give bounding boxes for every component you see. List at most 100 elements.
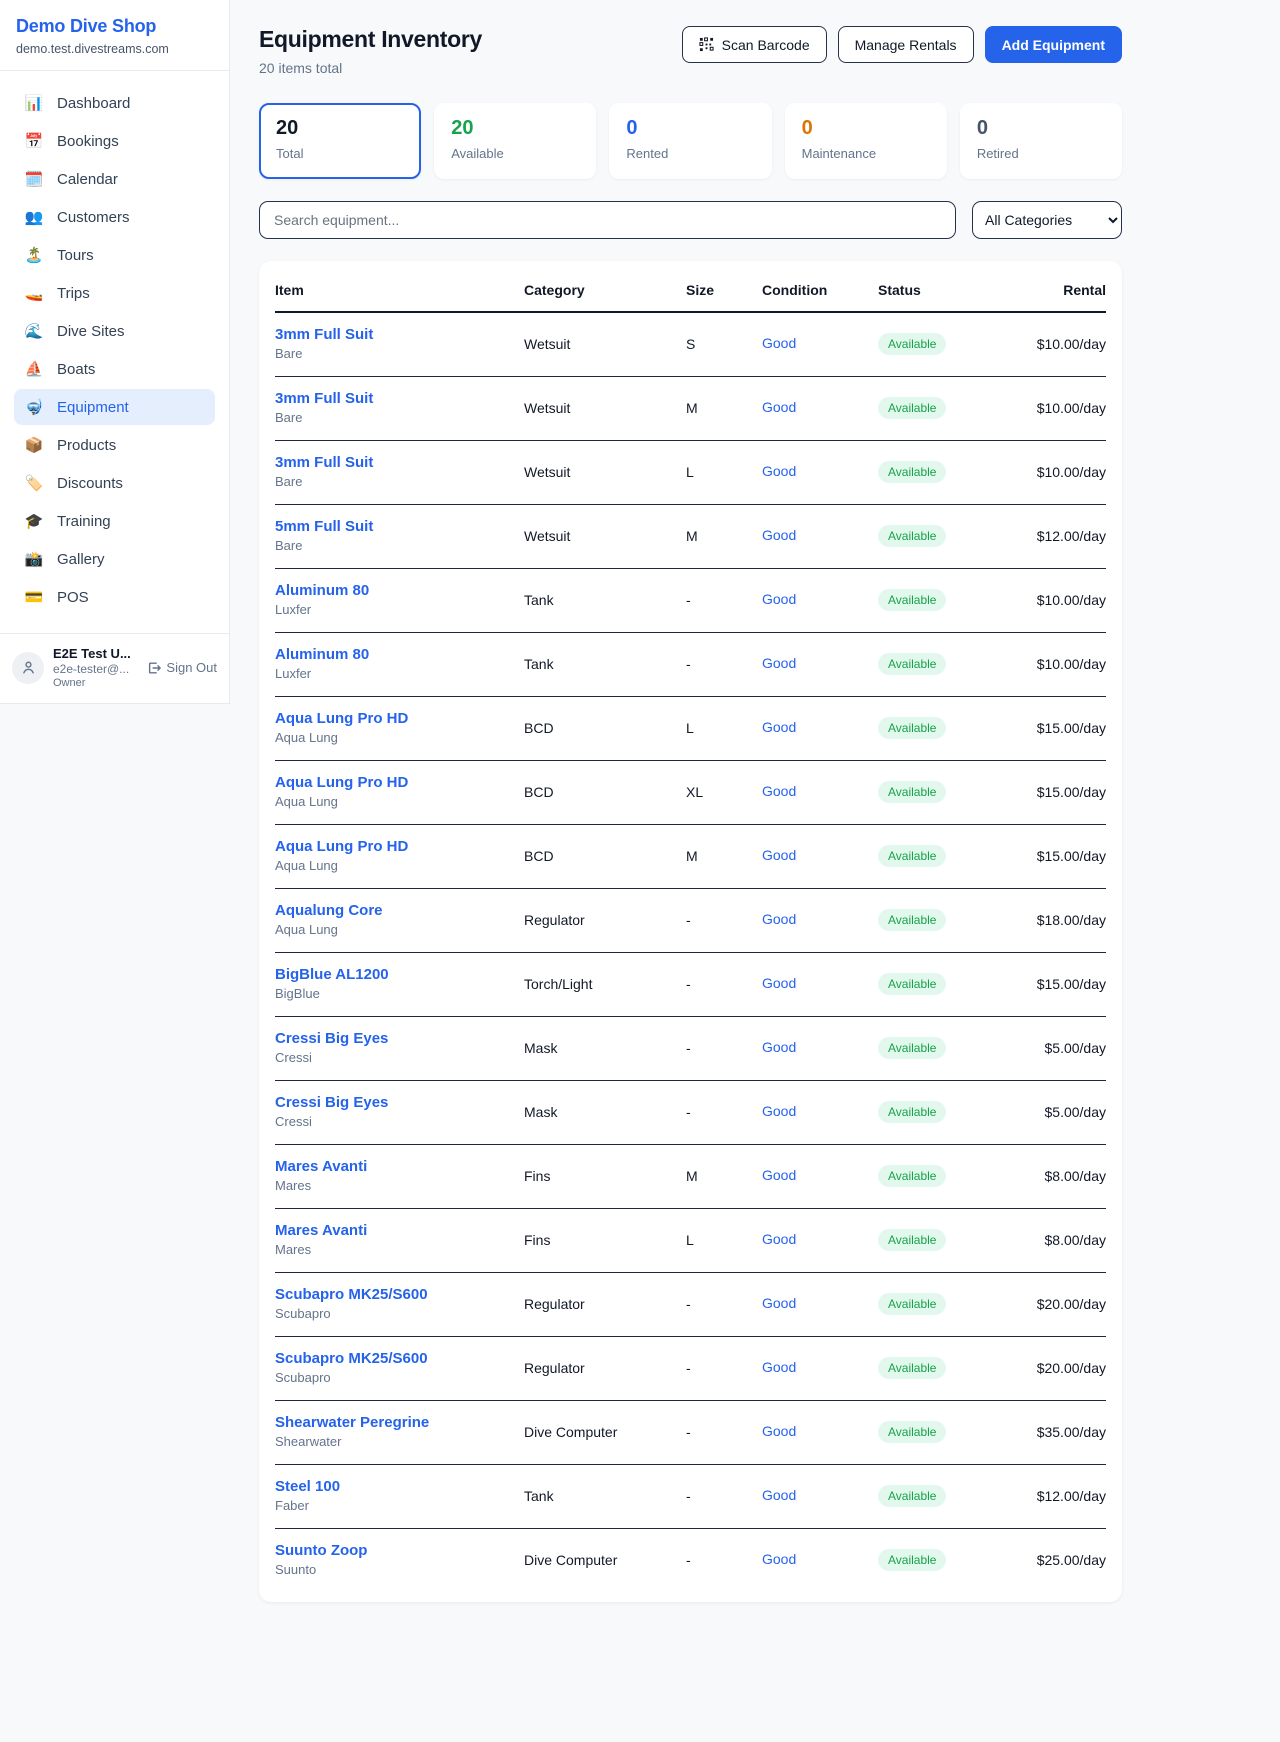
condition-link[interactable]: Good	[762, 1551, 796, 1567]
item-link[interactable]: Aluminum 80	[275, 582, 524, 599]
item-link[interactable]: Aluminum 80	[275, 646, 524, 663]
sidebar-item-equipment[interactable]: 🤿 Equipment	[14, 389, 215, 425]
condition-link[interactable]: Good	[762, 1487, 796, 1503]
condition-cell: Good	[762, 655, 878, 673]
status-badge: Available	[878, 1165, 946, 1187]
condition-link[interactable]: Good	[762, 335, 796, 351]
column-header-status: Status	[878, 282, 1003, 298]
sidebar-item-products[interactable]: 📦 Products	[14, 427, 215, 463]
sidebar-item-tours[interactable]: 🏝️ Tours	[14, 237, 215, 273]
status-badge: Available	[878, 717, 946, 739]
item-link[interactable]: Aqua Lung Pro HD	[275, 774, 524, 791]
table-body: 3mm Full Suit Bare Wetsuit S Good Availa…	[275, 313, 1106, 1592]
item-link[interactable]: 5mm Full Suit	[275, 518, 524, 535]
category-select[interactable]: All Categories	[972, 201, 1122, 239]
stat-value: 0	[802, 117, 930, 140]
item-link[interactable]: Aqua Lung Pro HD	[275, 838, 524, 855]
item-link[interactable]: 3mm Full Suit	[275, 390, 524, 407]
scan-barcode-label: Scan Barcode	[722, 37, 810, 53]
condition-link[interactable]: Good	[762, 1039, 796, 1055]
item-link[interactable]: 3mm Full Suit	[275, 454, 524, 471]
condition-link[interactable]: Good	[762, 527, 796, 543]
sidebar-item-gallery[interactable]: 📸 Gallery	[14, 541, 215, 577]
scan-barcode-button[interactable]: Scan Barcode	[682, 26, 827, 63]
stat-card-retired[interactable]: 0 Retired	[960, 103, 1122, 179]
item-link[interactable]: Aqua Lung Pro HD	[275, 710, 524, 727]
stat-card-rented[interactable]: 0 Rented	[609, 103, 771, 179]
sidebar-item-discounts[interactable]: 🏷️ Discounts	[14, 465, 215, 501]
item-link[interactable]: Scubapro MK25/S600	[275, 1350, 524, 1367]
column-header-condition: Condition	[762, 282, 878, 298]
condition-link[interactable]: Good	[762, 1359, 796, 1375]
condition-link[interactable]: Good	[762, 911, 796, 927]
header-actions: Scan Barcode Manage Rentals Add Equipmen…	[682, 26, 1122, 63]
condition-link[interactable]: Good	[762, 655, 796, 671]
user-avatar-icon	[12, 652, 44, 684]
status-cell: Available	[878, 845, 1003, 867]
condition-link[interactable]: Good	[762, 1167, 796, 1183]
category-cell: Wetsuit	[524, 336, 686, 352]
condition-cell: Good	[762, 1103, 878, 1121]
size-cell: -	[686, 976, 762, 992]
sidebar-item-dashboard[interactable]: 📊 Dashboard	[14, 85, 215, 121]
size-cell: -	[686, 592, 762, 608]
item-link[interactable]: Mares Avanti	[275, 1222, 524, 1239]
condition-link[interactable]: Good	[762, 719, 796, 735]
sidebar-item-training[interactable]: 🎓 Training	[14, 503, 215, 539]
sidebar-item-dive-sites[interactable]: 🌊 Dive Sites	[14, 313, 215, 349]
sign-out-button[interactable]: Sign Out	[147, 660, 217, 675]
sidebar-item-label: Boats	[57, 361, 95, 378]
status-cell: Available	[878, 1421, 1003, 1443]
rental-cell: $5.00/day	[1003, 1104, 1106, 1120]
condition-link[interactable]: Good	[762, 1295, 796, 1311]
item-link[interactable]: Scubapro MK25/S600	[275, 1286, 524, 1303]
sidebar-item-pos[interactable]: 💳 POS	[14, 579, 215, 615]
search-input[interactable]	[259, 201, 956, 239]
sidebar-item-boats[interactable]: ⛵ Boats	[14, 351, 215, 387]
sign-out-label: Sign Out	[166, 660, 217, 675]
item-link[interactable]: Aqualung Core	[275, 902, 524, 919]
size-cell: -	[686, 1104, 762, 1120]
condition-link[interactable]: Good	[762, 1103, 796, 1119]
condition-link[interactable]: Good	[762, 591, 796, 607]
item-link[interactable]: 3mm Full Suit	[275, 326, 524, 343]
condition-link[interactable]: Good	[762, 1231, 796, 1247]
stat-card-maintenance[interactable]: 0 Maintenance	[785, 103, 947, 179]
condition-link[interactable]: Good	[762, 975, 796, 991]
sidebar-item-bookings[interactable]: 📅 Bookings	[14, 123, 215, 159]
condition-link[interactable]: Good	[762, 1423, 796, 1439]
item-link[interactable]: Cressi Big Eyes	[275, 1094, 524, 1111]
item-link[interactable]: Suunto Zoop	[275, 1542, 524, 1559]
item-link[interactable]: Steel 100	[275, 1478, 524, 1495]
stat-card-available[interactable]: 20 Available	[434, 103, 596, 179]
manage-rentals-button[interactable]: Manage Rentals	[838, 26, 974, 63]
condition-link[interactable]: Good	[762, 463, 796, 479]
rental-cell: $20.00/day	[1003, 1296, 1106, 1312]
category-cell: BCD	[524, 720, 686, 736]
item-link[interactable]: Mares Avanti	[275, 1158, 524, 1175]
sidebar-item-trips[interactable]: 🚤 Trips	[14, 275, 215, 311]
brand-title[interactable]: Demo Dive Shop	[16, 16, 213, 37]
add-equipment-button[interactable]: Add Equipment	[985, 26, 1122, 63]
sidebar-item-customers[interactable]: 👥 Customers	[14, 199, 215, 235]
column-header-rental: Rental	[1003, 282, 1106, 298]
item-link[interactable]: Shearwater Peregrine	[275, 1414, 524, 1431]
condition-link[interactable]: Good	[762, 847, 796, 863]
item-link[interactable]: BigBlue AL1200	[275, 966, 524, 983]
status-badge: Available	[878, 1485, 946, 1507]
stat-card-total[interactable]: 20 Total	[259, 103, 421, 179]
condition-link[interactable]: Good	[762, 783, 796, 799]
condition-cell: Good	[762, 1423, 878, 1441]
item-link[interactable]: Cressi Big Eyes	[275, 1030, 524, 1047]
speedboat-icon: 🚤	[24, 284, 44, 302]
status-cell: Available	[878, 1101, 1003, 1123]
condition-link[interactable]: Good	[762, 399, 796, 415]
sidebar-item-calendar[interactable]: 🗓️ Calendar	[14, 161, 215, 197]
page-title: Equipment Inventory	[259, 26, 482, 53]
size-cell: -	[686, 656, 762, 672]
sidebar-item-label: Discounts	[57, 475, 123, 492]
items-total-count: 20 items total	[259, 60, 482, 76]
item-brand: Scubapro	[275, 1370, 524, 1385]
sidebar-item-label: Training	[57, 513, 111, 530]
table-row: Shearwater Peregrine Shearwater Dive Com…	[275, 1401, 1106, 1465]
